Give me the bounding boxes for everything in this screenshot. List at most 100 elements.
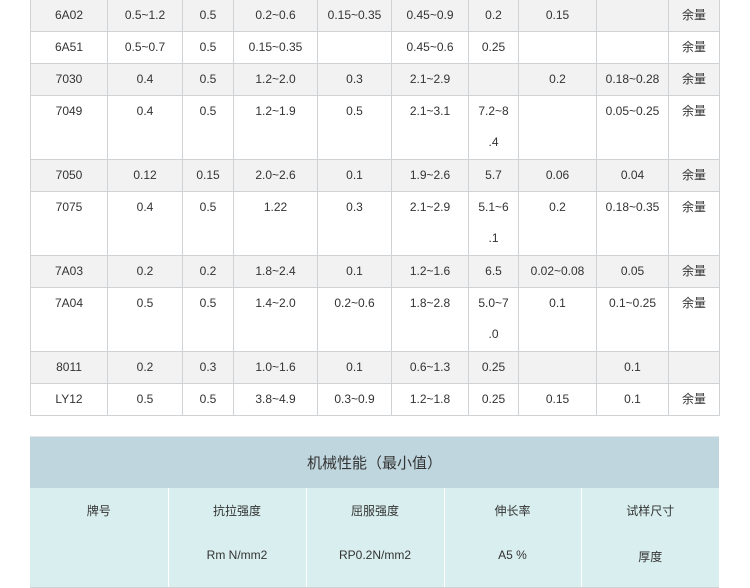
col7-cell (518, 351, 597, 384)
cell-text: 余量 (681, 296, 706, 310)
col4-cell: 0.1 (317, 255, 392, 288)
cell-text: 1.9~2.6 (409, 168, 451, 182)
cell-text: 1.2~1.8 (409, 392, 451, 406)
cell-text: 余量 (681, 104, 706, 118)
cell-text: 0.05~0.25 (605, 104, 660, 118)
grade-cell: 7075 (30, 191, 108, 256)
col1-cell: 0.5~1.2 (107, 0, 183, 32)
cell-text: 2.1~2.9 (409, 200, 451, 214)
cell-text: 1.2~1.6 (409, 264, 451, 278)
cell-text: 0.2~0.6 (334, 296, 375, 310)
col2-cell: 0.3 (182, 351, 234, 384)
col9-cell: 余量 (668, 31, 720, 64)
cell-text: 1.2~1.9 (255, 104, 296, 118)
col2-cell: 0.5 (182, 31, 234, 64)
col2-cell: 0.5 (182, 0, 234, 32)
col6-cell: 0.2 (468, 0, 519, 32)
col3-cell: 1.8~2.4 (233, 255, 318, 288)
col3-cell: 0.2~0.6 (233, 0, 318, 32)
col8-cell (596, 0, 669, 32)
col1-cell: 0.5~0.7 (107, 31, 183, 64)
cell-text: 0.5~0.7 (124, 40, 166, 54)
col2-cell: 0.5 (182, 95, 234, 160)
cell-text: 0.4 (136, 72, 154, 86)
table-row: 7049 0.4 0.5 1.2~1.9 0.5 2.1~3.1 7.2~8 .4 0.05~0… (30, 95, 720, 160)
cell-text: 余量 (681, 264, 706, 278)
cell-text: 0.1 (624, 360, 641, 374)
col6-cell: 0.25 (468, 383, 519, 416)
grade-cell: 7A04 (30, 287, 108, 352)
composition-table: 6A02 0.5~1.2 0.5 0.2~0.6 0.15~0.35 0.45~0.9 0.… (30, 0, 720, 416)
col6-cell (468, 63, 519, 96)
grade-cell: 7049 (30, 95, 108, 160)
cell-text: 0.1 (549, 296, 566, 310)
cell-text: 7049 (55, 104, 83, 118)
cell-text: 余量 (681, 392, 706, 406)
cell-text: 0.5 (199, 392, 217, 406)
col3-cell: 1.22 (233, 191, 318, 256)
grade-cell: 7A03 (30, 255, 108, 288)
cell-text: 0.06 (545, 168, 570, 182)
cell-text: 0.45~0.9 (406, 8, 454, 22)
cell-text: 0.2 (136, 360, 154, 374)
cell-text: 0.3~0.9 (334, 392, 375, 406)
cell-text: 1.8~2.8 (409, 296, 451, 310)
col4-cell: 0.3 (317, 63, 392, 96)
cell-text: 0.5 (136, 296, 154, 310)
col7-cell: 0.06 (518, 159, 597, 192)
cell-text: 0.15~0.35 (248, 40, 303, 54)
col3-cell: 1.0~1.6 (233, 351, 318, 384)
cell-text: 0.5 (199, 104, 217, 118)
cell-line: 6.5 (485, 264, 502, 278)
mechanical-properties-table: 机械性能（最小值） 牌号 抗拉强度 屈服强度 伸长率 试样尺寸 Rm N/mm2… (30, 437, 720, 588)
cell-text: 0.05 (620, 264, 645, 278)
grade-cell: 8011 (30, 351, 108, 384)
cell-text: 余量 (681, 8, 706, 22)
cell-text: 0.15 (545, 392, 570, 406)
cell-text: 1.0~1.6 (255, 360, 296, 374)
grade-cell: 7030 (30, 63, 108, 96)
col8-cell: 0.18~0.28 (596, 63, 669, 96)
col2-cell: 0.5 (182, 287, 234, 352)
table-row: 7030 0.4 0.5 1.2~2.0 0.3 2.1~2.9 0.2 0.18~0.28 余… (30, 63, 720, 96)
col8-cell: 0.05~0.25 (596, 95, 669, 160)
col6-cell: 5.0~7 .0 (468, 287, 519, 352)
header-elongation: 伸长率 (443, 488, 582, 543)
cell-text: 0.2 (549, 200, 566, 214)
cell-text: 0.5 (199, 72, 217, 86)
cell-text: 0.3 (346, 200, 363, 214)
cell-line: .1 (488, 231, 499, 245)
col7-cell (518, 95, 597, 160)
cell-text: 0.6~1.3 (409, 360, 451, 374)
cell-line: .4 (488, 135, 499, 149)
cell-line: 0.2 (485, 8, 502, 22)
cell-text: 0.02~0.08 (530, 264, 585, 278)
cell-text: LY12 (55, 392, 83, 406)
col1-cell: 0.4 (107, 95, 183, 160)
col9-cell: 余量 (668, 63, 720, 96)
header-specimen-size: 试样尺寸 (580, 488, 720, 543)
table-row: LY12 0.5 0.5 3.8~4.9 0.3~0.9 1.2~1.8 0.25 0.15 0… (30, 383, 720, 416)
col8-cell: 0.18~0.35 (596, 191, 669, 256)
col4-cell: 0.15~0.35 (317, 0, 392, 32)
col6-cell: 0.25 (468, 351, 519, 384)
cell-line: 0.25 (481, 360, 506, 374)
cell-text: 1.2~2.0 (255, 72, 296, 86)
cell-text: 0.1 (346, 360, 363, 374)
cell-text: 0.18~0.35 (605, 200, 660, 214)
table-row: 7A03 0.2 0.2 1.8~2.4 0.1 1.2~1.6 6.5 0.02~0.08 0… (30, 255, 720, 288)
col1-cell: 0.2 (107, 255, 183, 288)
col5-cell: 0.6~1.3 (391, 351, 469, 384)
col5-cell: 1.9~2.6 (391, 159, 469, 192)
unit-grade (30, 543, 169, 587)
col8-cell: 0.05 (596, 255, 669, 288)
grade-cell: 7050 (30, 159, 108, 192)
cell-text: 7075 (55, 200, 83, 214)
col9-cell: 余量 (668, 191, 720, 256)
col7-cell: 0.02~0.08 (518, 255, 597, 288)
header-grade: 牌号 (30, 488, 169, 543)
cell-text: 0.1 (346, 168, 363, 182)
cell-line: 7.2~8 (478, 104, 509, 118)
unit-yield-strength: RP0.2N/mm2 (305, 543, 445, 587)
col5-cell: 0.45~0.6 (391, 31, 469, 64)
